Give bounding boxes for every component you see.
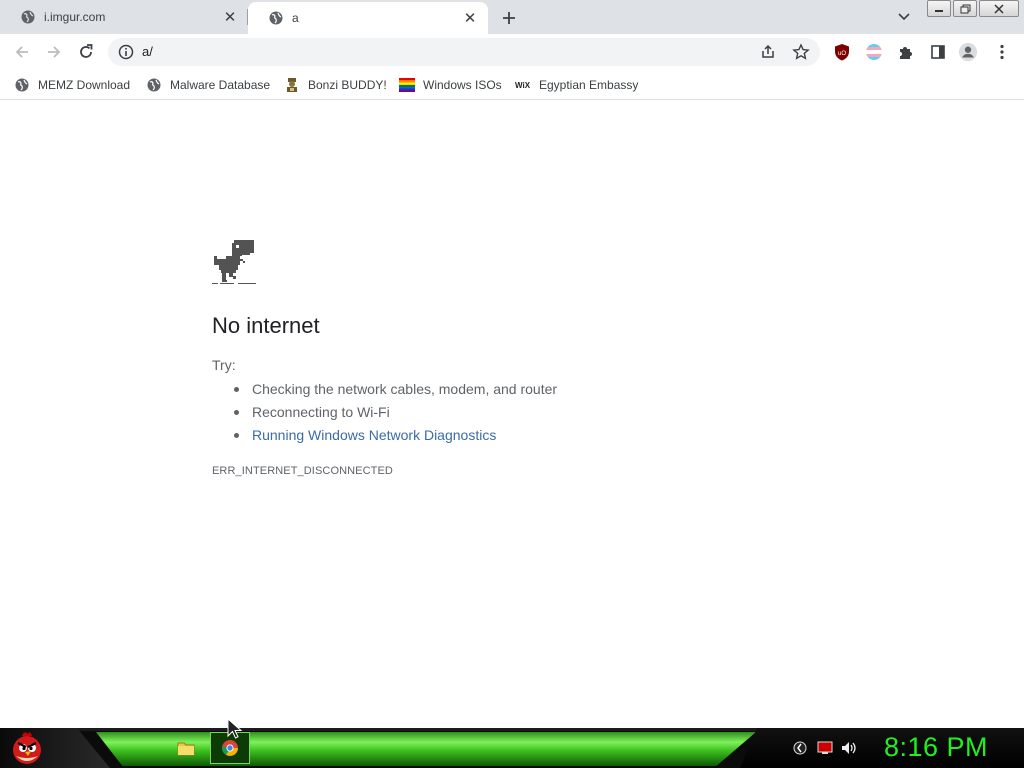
ublock-origin-icon[interactable]: uO <box>832 42 852 62</box>
info-icon[interactable] <box>118 44 134 60</box>
volume-icon[interactable] <box>841 740 857 756</box>
browser-toolbar: a/ uO <box>0 34 1024 70</box>
taskbar: 8:16 PM <box>0 728 1024 768</box>
wix-icon: WiX <box>515 77 531 93</box>
side-panel-icon[interactable] <box>928 42 948 62</box>
minimize-button[interactable] <box>927 0 951 17</box>
network-disconnected-icon[interactable] <box>817 740 833 756</box>
menu-kebab-icon[interactable] <box>992 42 1012 62</box>
bookmark-memz-download[interactable]: MEMZ Download <box>14 76 130 94</box>
url-text[interactable]: a/ <box>142 44 153 59</box>
taskbar-clock[interactable]: 8:16 PM <box>884 732 988 763</box>
tab-a[interactable]: a ✕ <box>248 2 488 34</box>
chevron-down-icon <box>898 13 910 21</box>
close-window-button[interactable] <box>979 0 1019 17</box>
suggestion-item: Checking the network cables, modem, and … <box>232 380 557 403</box>
bookmark-windows-isos[interactable]: Windows ISOs <box>399 76 502 94</box>
back-button[interactable] <box>10 40 34 64</box>
tray-app-icon[interactable] <box>792 740 808 756</box>
try-label: Try: <box>212 357 236 373</box>
bookmark-label: Bonzi BUDDY! <box>308 78 387 92</box>
error-code: ERR_INTERNET_DISCONNECTED <box>212 465 393 477</box>
close-icon <box>994 3 1004 14</box>
bookmark-label: Malware Database <box>170 78 271 92</box>
tab-close-icon[interactable]: ✕ <box>462 10 478 27</box>
trans-flag-extension-icon[interactable] <box>864 42 884 62</box>
globe-icon <box>268 10 284 26</box>
rainbow-flag-icon <box>399 77 415 93</box>
restore-button[interactable] <box>953 0 977 17</box>
globe-icon <box>14 77 30 93</box>
globe-icon <box>146 77 162 93</box>
reload-icon <box>80 44 93 58</box>
bookmark-label: Windows ISOs <box>423 78 502 92</box>
arrow-right-icon <box>48 46 61 58</box>
bookmark-bonzi-buddy[interactable]: Bonzi BUDDY! <box>284 76 387 94</box>
restore-icon <box>960 4 970 13</box>
reload-button[interactable] <box>74 40 98 64</box>
globe-icon <box>20 9 36 25</box>
bookmark-label: Egyptian Embassy <box>539 78 639 92</box>
taskbar-file-explorer[interactable] <box>166 732 206 764</box>
angry-bird-icon <box>13 732 41 764</box>
plus-icon <box>503 12 515 24</box>
bookmarks-bar: MEMZ Download Malware Database Bonzi BUD… <box>0 70 1024 100</box>
forward-button[interactable] <box>42 40 66 64</box>
tab-title: i.imgur.com <box>44 10 106 24</box>
tab-close-icon[interactable]: ✕ <box>222 9 238 26</box>
tab-imgur[interactable]: i.imgur.com ✕ <box>0 0 248 34</box>
suggestions-list: Checking the network cables, modem, and … <box>232 380 557 449</box>
error-title: No internet <box>212 313 320 338</box>
start-button[interactable] <box>8 730 46 766</box>
tab-title: a <box>292 11 299 25</box>
offline-dinosaur-icon[interactable] <box>212 240 256 284</box>
network-diagnostics-link[interactable]: Running Windows Network Diagnostics <box>232 426 557 449</box>
suggestion-item: Reconnecting to Wi-Fi <box>232 403 557 426</box>
folder-icon <box>177 742 195 756</box>
tab-strip: i.imgur.com ✕ a ✕ <box>0 0 1024 34</box>
bookmark-label: MEMZ Download <box>38 78 131 92</box>
bookmark-egyptian-embassy[interactable]: WiX Egyptian Embassy <box>515 76 638 94</box>
bookmark-star-icon[interactable] <box>792 43 810 61</box>
tab-search-button[interactable] <box>894 8 914 26</box>
share-icon[interactable] <box>760 44 776 60</box>
new-tab-button[interactable] <box>498 7 520 29</box>
address-bar[interactable]: a/ <box>108 38 820 66</box>
mouse-cursor-icon <box>227 717 243 740</box>
svg-text:WiX: WiX <box>515 81 531 90</box>
bookmark-malware-database[interactable]: Malware Database <box>146 76 270 94</box>
chrome-icon <box>221 740 238 756</box>
svg-text:uO: uO <box>838 51 846 57</box>
profile-avatar-icon[interactable] <box>958 42 978 62</box>
bonzi-icon <box>284 77 300 93</box>
extensions-puzzle-icon[interactable] <box>896 42 916 62</box>
arrow-left-icon <box>15 46 28 58</box>
page-content: No internet Try: Checking the network ca… <box>0 101 1024 728</box>
minimize-icon <box>935 9 943 12</box>
window-controls <box>927 0 1021 18</box>
